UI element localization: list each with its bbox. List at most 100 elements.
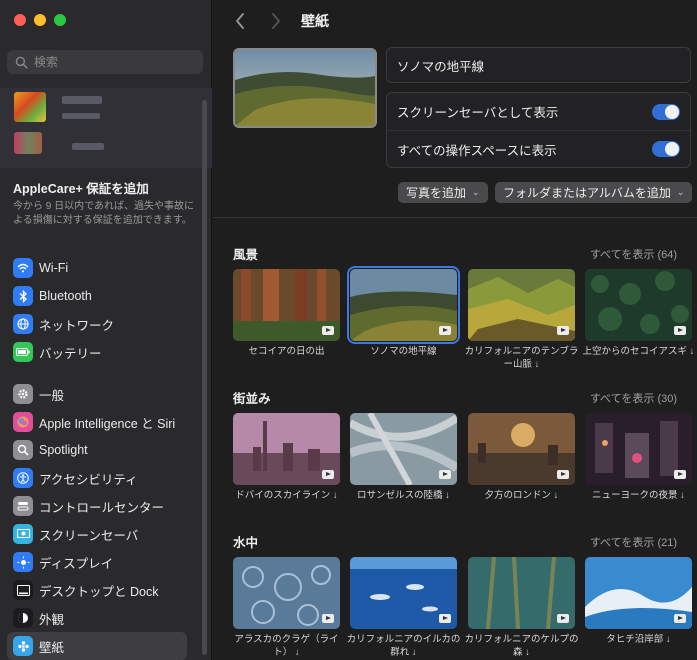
sidebar-item-label: アクセシビリティ <box>39 472 138 487</box>
bluetooth-icon <box>13 286 33 306</box>
wallpaper-thumbnail[interactable] <box>468 557 575 629</box>
gear-icon <box>13 384 33 404</box>
sidebar-item-label: 一般 <box>39 388 65 403</box>
redacted-detail <box>62 113 100 119</box>
video-icon <box>439 470 451 479</box>
wallpaper-caption: カリフォルニアのケルプの森 ↓ <box>464 634 579 658</box>
wallpaper-thumbnail[interactable] <box>585 413 692 485</box>
globe-icon <box>13 314 33 334</box>
video-icon <box>674 326 686 335</box>
wallpaper-caption: カリフォルニアのテンブラー山脈 ↓ <box>464 346 579 370</box>
sidebar-item-label: Bluetooth <box>39 289 92 303</box>
video-icon <box>557 470 569 479</box>
applecare-title: AppleCare+ 保証を追加 <box>13 182 149 196</box>
wallpaper-thumbnail[interactable] <box>233 557 340 629</box>
wallpaper-name-field: ソノマの地平線 <box>386 47 691 83</box>
wallpaper-thumbnail[interactable] <box>468 413 575 485</box>
option-screensaver: スクリーンセーバとして表示 <box>387 93 690 130</box>
show-all-link[interactable]: すべてを表示 (21) <box>590 534 677 550</box>
toolbar: 壁紙 <box>213 0 697 42</box>
video-icon <box>439 326 451 335</box>
sidebar-item-label: ネットワーク <box>39 318 115 333</box>
sidebar-item-battery[interactable]: バッテリー <box>7 338 187 366</box>
magnifier-icon <box>13 440 33 460</box>
search-input[interactable] <box>34 55 194 69</box>
sidebar-item-globe[interactable]: ネットワーク <box>7 310 187 338</box>
sidebar-item-siri[interactable]: Apple Intelligence と Siri <box>7 408 187 436</box>
wallpaper-caption: ドバイのスカイライン ↓ <box>235 490 338 501</box>
video-icon <box>557 614 569 623</box>
divider <box>213 217 697 218</box>
minimize-window-button[interactable] <box>34 14 46 26</box>
wallpaper-caption: 上空からのセコイアスギ ↓ <box>582 346 695 357</box>
wallpaper-caption: アラスカのクラゲ（ライト） ↓ <box>234 634 339 658</box>
appearance-icon <box>13 608 33 628</box>
zoom-window-button[interactable] <box>54 14 66 26</box>
chevron-left-icon <box>236 13 244 29</box>
wallpaper-thumbnail[interactable] <box>347 266 460 344</box>
main-pane: 壁紙 ソノマの地平線 スクリーンセーバとして表示 すべての操作スペースに表示 写… <box>213 0 697 660</box>
sidebar-item-label: ディスプレイ <box>39 556 114 571</box>
sidebar-item-bluetooth[interactable]: Bluetooth <box>7 282 187 310</box>
current-wallpaper-preview <box>233 48 377 128</box>
sidebar-item-label: コントロールセンター <box>39 500 165 515</box>
add-photo-button[interactable]: 写真を追加 ⌄ <box>398 182 488 203</box>
sidebar-scrollbar[interactable] <box>202 100 207 655</box>
video-icon <box>557 326 569 335</box>
account-avatar <box>14 92 46 122</box>
video-icon <box>322 614 334 623</box>
search-icon <box>15 56 28 69</box>
video-icon <box>674 470 686 479</box>
sidebar-item-dock[interactable]: デスクトップと Dock <box>7 576 187 604</box>
add-folder-button[interactable]: フォルダまたはアルバムを追加 ⌄ <box>495 182 693 203</box>
section-title: 街並み <box>233 392 271 406</box>
control-center-icon <box>13 496 33 516</box>
wallpaper-caption: タヒチ沿岸部 ↓ <box>606 634 671 645</box>
sidebar-item-appearance[interactable]: 外観 <box>7 604 187 632</box>
sidebar-item-sun[interactable]: ディスプレイ <box>7 548 187 576</box>
show-all-link[interactable]: すべてを表示 (64) <box>590 246 677 262</box>
sidebar-item-label: 壁紙 <box>39 640 65 655</box>
close-window-button[interactable] <box>14 14 26 26</box>
wallpaper-thumbnail[interactable] <box>585 269 692 341</box>
forward-button[interactable] <box>265 10 287 32</box>
search-field[interactable] <box>7 50 203 74</box>
wallpaper-caption: セコイアの日の出 <box>248 346 325 357</box>
screensaver-toggle[interactable] <box>652 103 680 120</box>
sidebar-item-magnifier[interactable]: Spotlight <box>7 436 187 464</box>
wallpaper-options: スクリーンセーバとして表示 すべての操作スペースに表示 <box>386 92 691 168</box>
sidebar-item-label: Spotlight <box>39 443 88 457</box>
wallpaper-caption: 夕方のロンドン ↓ <box>484 490 559 501</box>
wallpaper-icon <box>13 636 33 656</box>
wallpaper-thumbnail[interactable] <box>468 269 575 341</box>
sidebar-item-label: 外観 <box>39 612 65 627</box>
wifi-icon <box>13 258 33 278</box>
back-button[interactable] <box>229 10 251 32</box>
redacted-family <box>72 143 104 150</box>
chevron-down-icon: ⌄ <box>676 187 685 197</box>
sidebar-group-system: 一般 Apple Intelligence と Siri Spotlight アクセシ… <box>7 380 187 660</box>
sidebar-item-gear[interactable]: 一般 <box>7 380 187 408</box>
applecare-promo[interactable]: AppleCare+ 保証を追加 今から 9 日以内であれば、過失や事故による損… <box>13 178 199 227</box>
sidebar-item-screensaver[interactable]: スクリーンセーバ <box>7 520 187 548</box>
window-controls <box>14 14 66 26</box>
wallpaper-thumbnail[interactable] <box>233 413 340 485</box>
wallpaper-thumbnail[interactable] <box>350 557 457 629</box>
section-title: 水中 <box>233 536 259 550</box>
wallpaper-thumbnail[interactable] <box>233 269 340 341</box>
show-all-link[interactable]: すべてを表示 (30) <box>590 390 677 406</box>
option-all-spaces-label: すべての操作スペースに表示 <box>397 143 557 158</box>
wallpaper-thumbnail[interactable] <box>585 557 692 629</box>
sidebar-item-label: スクリーンセーバ <box>39 528 139 543</box>
applecare-description: 今から 9 日以内であれば、過失や事故による損傷に対する保証を追加できます。 <box>13 201 195 226</box>
wallpaper-thumbnail[interactable] <box>350 413 457 485</box>
sidebar-item-control-center[interactable]: コントロールセンター <box>7 492 187 520</box>
sidebar-group-connectivity: Wi-Fi Bluetooth ネットワークバッテリー <box>7 254 187 366</box>
accessibility-icon <box>13 468 33 488</box>
all-spaces-toggle[interactable] <box>652 141 680 157</box>
sidebar-item-accessibility[interactable]: アクセシビリティ <box>7 464 187 492</box>
sidebar-item-wifi[interactable]: Wi-Fi <box>7 254 187 282</box>
wallpaper-caption: カリフォルニアのイルカの群れ ↓ <box>346 634 461 658</box>
sidebar-item-wallpaper[interactable]: 壁紙 <box>7 632 187 660</box>
battery-icon <box>13 342 33 362</box>
